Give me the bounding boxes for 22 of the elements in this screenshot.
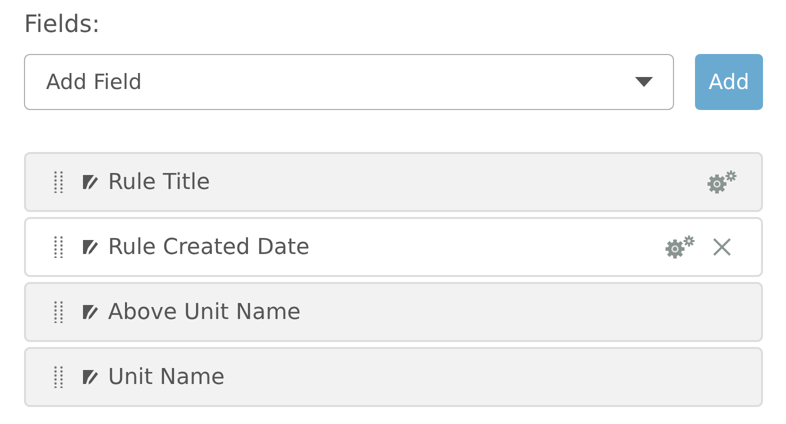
caret-icon xyxy=(635,77,653,87)
field-row[interactable]: Above Unit Name xyxy=(24,282,763,342)
settings-icon[interactable] xyxy=(663,234,697,260)
close-icon[interactable] xyxy=(713,238,731,256)
edit-icon xyxy=(83,174,99,190)
field-name: Unit Name xyxy=(108,364,225,390)
drag-handle-icon[interactable] xyxy=(54,236,63,258)
settings-icon[interactable] xyxy=(705,169,739,195)
field-name: Rule Created Date xyxy=(108,234,310,260)
drag-handle-icon[interactable] xyxy=(54,301,63,323)
fields-label: Fields: xyxy=(24,9,101,40)
add-field-dropdown[interactable]: Add Field xyxy=(24,54,674,110)
field-row[interactable]: Unit Name xyxy=(24,347,763,407)
field-row[interactable]: Rule Title xyxy=(24,152,763,212)
field-name: Rule Title xyxy=(108,170,210,194)
edit-icon xyxy=(83,239,99,255)
edit-icon xyxy=(83,304,99,320)
drag-handle-icon[interactable] xyxy=(54,171,63,193)
field-name: Above Unit Name xyxy=(108,300,301,324)
field-row[interactable]: Rule Created Date xyxy=(24,217,763,277)
drag-handle-icon[interactable] xyxy=(54,366,63,388)
edit-icon xyxy=(83,369,99,385)
